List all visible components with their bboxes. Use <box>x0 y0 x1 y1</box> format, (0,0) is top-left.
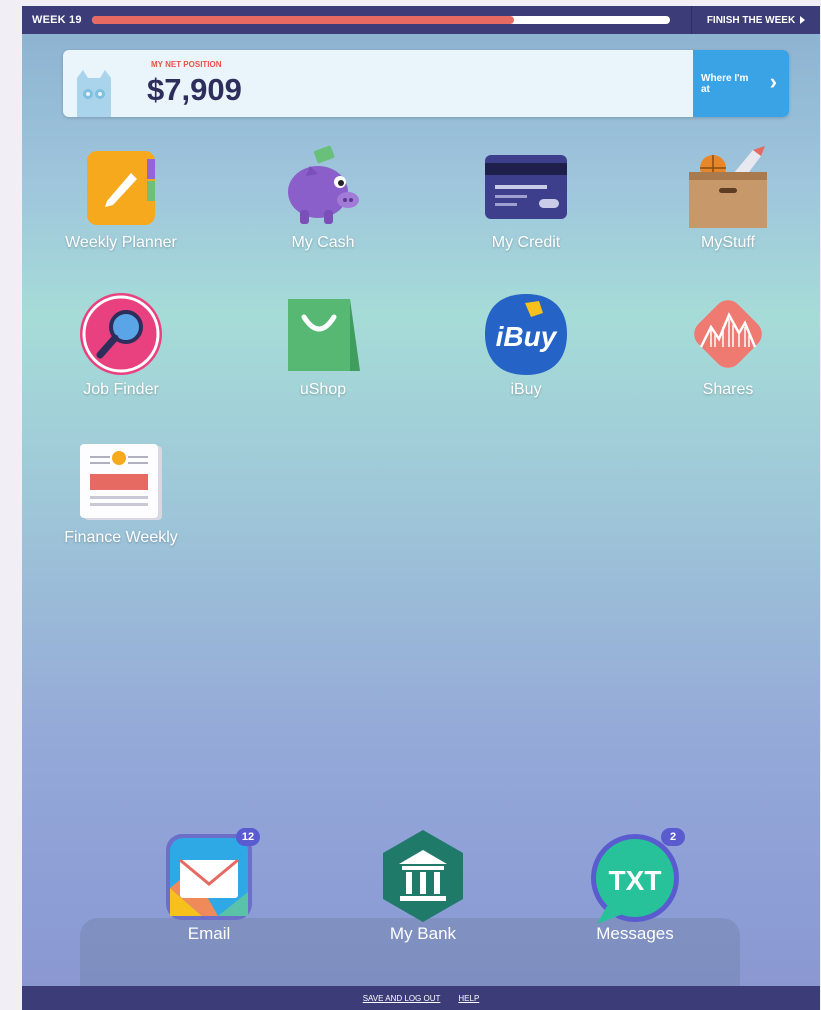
bottom-bar: SAVE AND LOG OUT HELP <box>22 986 820 1010</box>
messages-badge: 2 <box>661 828 685 846</box>
app-ushop[interactable]: uShop <box>263 288 383 399</box>
piggy-bank-icon <box>288 145 359 224</box>
app-label: Weekly Planner <box>65 234 177 251</box>
app-label: Shares <box>702 381 754 398</box>
app-mystuff[interactable]: MyStuff <box>668 141 788 252</box>
owl-mascot-icon <box>77 70 111 117</box>
ibuy-logo-icon: iBuy <box>485 294 567 375</box>
help-link[interactable]: HELP <box>458 994 479 1003</box>
email-badge: 12 <box>236 828 260 846</box>
app-label: Job Finder <box>83 381 159 398</box>
credit-card-icon <box>485 155 567 219</box>
net-position-label: MY NET POSITION <box>151 60 222 69</box>
week-progress-bar <box>92 16 670 24</box>
shares-chart-icon <box>694 300 762 368</box>
finish-week-button[interactable]: FINISH THE WEEK <box>691 6 820 34</box>
app-shares[interactable]: Shares <box>668 288 788 399</box>
app-label: uShop <box>299 381 347 398</box>
week-progress-fill <box>92 16 514 24</box>
net-position-value: $7,909 <box>147 72 242 107</box>
dock-label: My Bank <box>389 924 457 943</box>
dock-messages[interactable]: TXT 2 Messages <box>570 828 700 944</box>
ibuy-logo-text: iBuy <box>496 321 558 352</box>
app-label: My Credit <box>491 234 561 251</box>
dock-email[interactable]: 12 Email <box>144 828 274 944</box>
newspaper-icon <box>80 444 162 520</box>
app-screen: WEEK 19 FINISH THE WEEK MY NET POSITION … <box>22 6 820 1010</box>
app-label: MyStuff <box>701 234 755 251</box>
app-ibuy[interactable]: iBuy iBuy <box>466 288 586 399</box>
box-icon <box>689 146 767 228</box>
dock-label: Messages <box>596 924 674 943</box>
shopping-bag-icon <box>288 299 360 371</box>
app-label: My Cash <box>291 234 355 251</box>
app-finance-weekly[interactable]: Finance Weekly <box>61 436 181 547</box>
where-im-at-label: Where I'm at <box>701 73 749 95</box>
app-weekly-planner[interactable]: Weekly Planner <box>61 141 181 252</box>
txt-bubble-text: TXT <box>609 865 662 896</box>
dock-my-bank[interactable]: My Bank <box>358 828 488 944</box>
play-arrow-icon <box>800 16 806 24</box>
dock-label: Email <box>187 924 231 943</box>
finish-week-label: FINISH THE WEEK <box>706 14 796 26</box>
where-im-at-button[interactable]: Where I'm at › <box>693 50 789 117</box>
app-label: Finance Weekly <box>64 529 178 546</box>
save-and-log-out-link[interactable]: SAVE AND LOG OUT <box>363 994 441 1003</box>
net-position-card: MY NET POSITION $7,909 Where I'm at › <box>63 50 789 117</box>
pencil-notebook-icon <box>87 151 155 225</box>
app-my-cash[interactable]: My Cash <box>263 141 383 252</box>
week-label: WEEK 19 <box>32 14 82 26</box>
chevron-right-icon: › <box>769 69 777 94</box>
app-my-credit[interactable]: My Credit <box>466 141 586 252</box>
bank-icon <box>383 830 463 922</box>
app-job-finder[interactable]: Job Finder <box>61 288 181 399</box>
top-bar: WEEK 19 FINISH THE WEEK <box>22 6 820 34</box>
magnifier-icon <box>80 293 162 375</box>
app-label: iBuy <box>510 381 542 398</box>
